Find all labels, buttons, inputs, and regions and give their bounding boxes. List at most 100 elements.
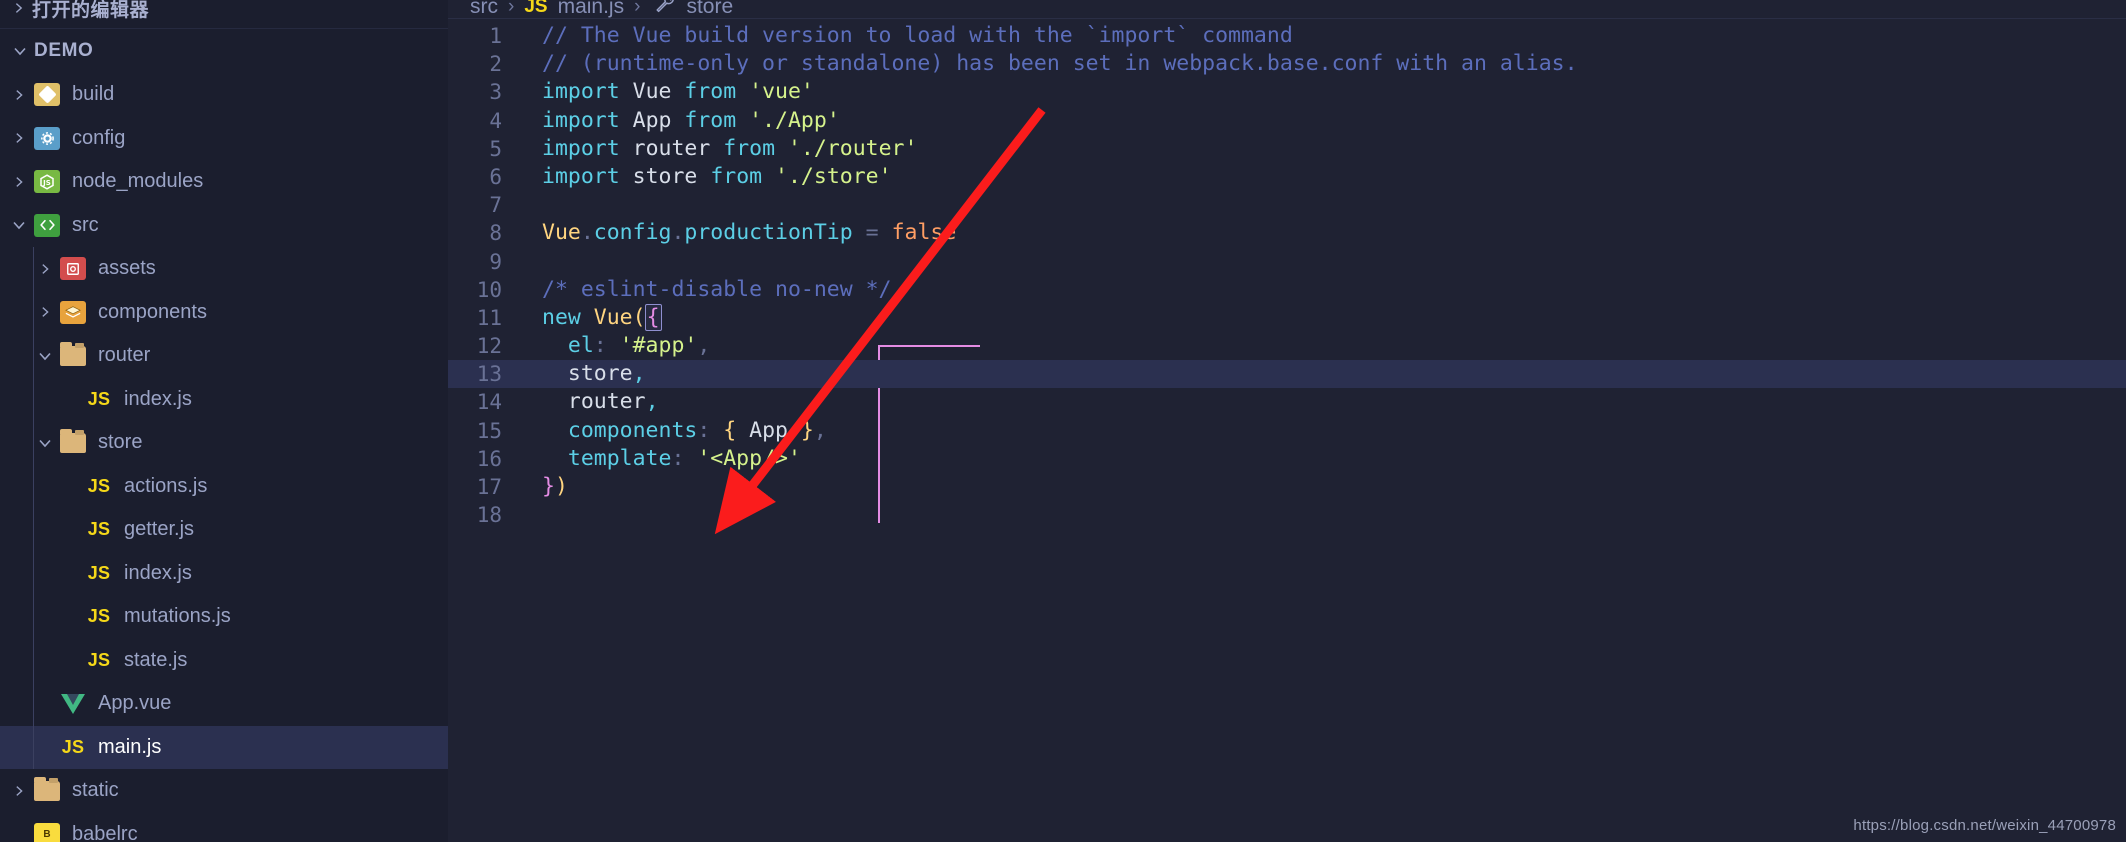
folder-src-icon (32, 211, 62, 239)
code-token: , (697, 333, 711, 359)
line-number: 15 (476, 418, 502, 443)
code-token: from (723, 135, 776, 161)
chevron-down-icon[interactable] (32, 430, 58, 456)
chevron-right-icon[interactable] (6, 82, 32, 108)
chevron-right-icon[interactable] (32, 299, 58, 325)
code-text[interactable]: store, (520, 360, 2126, 388)
tree-item-assets[interactable]: assets (0, 247, 448, 291)
code-line-18[interactable]: 18 (448, 501, 2126, 529)
breadcrumb-divider (448, 18, 2126, 19)
code-line-1[interactable]: 1 // The Vue build version to load with t… (448, 22, 2126, 50)
code-token: new (542, 304, 581, 330)
indent-guide (33, 247, 34, 769)
editor-pane: src › JS main.js › store 1 // The Vue bui… (448, 0, 2126, 842)
code-line-12[interactable]: 12 el: '#app', (448, 332, 2126, 360)
tree-item-getter-js[interactable]: JS getter.js (0, 508, 448, 552)
code-token: from (684, 79, 737, 105)
code-line-10[interactable]: 10 /* eslint-disable no-new */ (448, 276, 2126, 304)
code-token: : (697, 417, 724, 443)
line-number: 10 (476, 277, 502, 302)
code-line-17[interactable]: 17}) (448, 473, 2126, 501)
code-text[interactable]: router, (520, 388, 2126, 416)
code-line-5[interactable]: 5 import router from './router' (448, 135, 2126, 163)
folder-assets-icon (58, 255, 88, 283)
code-line-3[interactable]: 3 import Vue from 'vue' (448, 78, 2126, 106)
code-text[interactable]: Vue.config.productionTip = false (520, 219, 2126, 247)
tree-item-node-modules[interactable]: JS node_modules (0, 160, 448, 204)
tree-item-index-js[interactable]: JS index.js (0, 378, 448, 422)
chevron-down-icon[interactable] (32, 343, 58, 369)
code-line-8[interactable]: 8 Vue.config.productionTip = false (448, 219, 2126, 247)
breadcrumb-item-src[interactable]: src (470, 0, 498, 19)
tree-item-router[interactable]: router (0, 334, 448, 378)
tree-item-components[interactable]: components (0, 291, 448, 335)
chevron-down-icon[interactable] (6, 212, 32, 238)
code-token: { (644, 303, 662, 331)
tree-item-babelrc[interactable]: Bbabelrc (0, 813, 448, 842)
line-number: 1 (489, 24, 502, 48)
tree-item-actions-js[interactable]: JS actions.js (0, 465, 448, 509)
code-token: . (580, 220, 594, 246)
chevron-right-icon[interactable] (6, 125, 32, 151)
project-root-row[interactable]: DEMO (0, 29, 448, 73)
tree-item-label: static (72, 779, 119, 802)
tree-item-build[interactable]: build (0, 73, 448, 117)
code-editor-content[interactable]: 1 // The Vue build version to load with t… (448, 22, 2126, 842)
code-text[interactable]: template: '<App/>' (520, 445, 2126, 473)
line-number: 12 (476, 334, 502, 359)
chevron-right-icon[interactable] (6, 169, 32, 195)
code-line-7[interactable]: 7 (448, 191, 2126, 219)
line-number: 11 (476, 305, 502, 330)
code-text[interactable]: // The Vue build version to load with th… (520, 22, 2126, 50)
tree-item-index-js[interactable]: JS index.js (0, 552, 448, 596)
code-line-16[interactable]: 16 template: '<App/>' (448, 445, 2126, 473)
code-line-11[interactable]: 11 new Vue({ (448, 303, 2126, 332)
tree-item-label: App.vue (98, 692, 172, 715)
code-text[interactable]: /* eslint-disable no-new */ (520, 276, 2126, 304)
code-text[interactable]: // (runtime-only or standalone) has been… (520, 50, 2126, 78)
tree-item-src[interactable]: src (0, 204, 448, 248)
tree-item-mutations-js[interactable]: JS mutations.js (0, 595, 448, 639)
tree-item-label: config (72, 126, 126, 149)
chevron-right-icon[interactable] (6, 778, 32, 804)
code-token: // The Vue build version to load with th… (542, 23, 1293, 48)
code-line-15[interactable]: 15 components: { App }, (448, 417, 2126, 445)
chevron-right-icon[interactable] (32, 256, 58, 282)
code-token: : (671, 445, 698, 471)
code-token: , (632, 361, 646, 387)
code-text[interactable]: components: { App }, (520, 417, 2126, 445)
tree-item-state-js[interactable]: JS state.js (0, 639, 448, 683)
tree-item-main-js[interactable]: JS main.js (0, 725, 448, 769)
tree-item-store[interactable]: store (0, 421, 448, 465)
line-number: 4 (489, 108, 502, 133)
code-line-2[interactable]: 2 // (runtime-only or standalone) has bee… (448, 50, 2126, 78)
js-file-icon: JS (87, 606, 111, 627)
code-text[interactable]: import Vue from 'vue' (520, 78, 2126, 106)
code-token: App (632, 107, 672, 133)
code-text[interactable]: new Vue({ (520, 303, 2126, 332)
breadcrumb-item-mainjs[interactable]: main.js (558, 0, 625, 19)
code-line-4[interactable]: 4 import App from './App' (448, 107, 2126, 135)
code-token: components (567, 417, 698, 443)
tree-item-config[interactable]: config (0, 117, 448, 161)
tree-item-static[interactable]: static (0, 769, 448, 813)
code-text[interactable]: import router from './router' (520, 135, 2126, 163)
breadcrumb-item-store[interactable]: store (686, 0, 733, 19)
code-text[interactable]: import store from './store' (520, 163, 2126, 191)
open-editors-section-header[interactable]: 打开的编辑器 (0, 0, 448, 22)
tree-item-label: router (98, 344, 151, 367)
code-text[interactable]: }) (520, 473, 2126, 501)
tree-item-label: assets (98, 257, 156, 280)
code-line-9[interactable]: 9 (448, 248, 2126, 276)
tree-item-app-vue[interactable]: App.vue (0, 682, 448, 726)
code-text[interactable]: import App from './App' (520, 107, 2126, 135)
code-text[interactable]: el: '#app', (520, 332, 2126, 360)
code-line-6[interactable]: 6 import store from './store' (448, 163, 2126, 191)
code-line-13[interactable]: 13 store, (448, 360, 2126, 389)
code-line-14[interactable]: 14 router, (448, 388, 2126, 416)
